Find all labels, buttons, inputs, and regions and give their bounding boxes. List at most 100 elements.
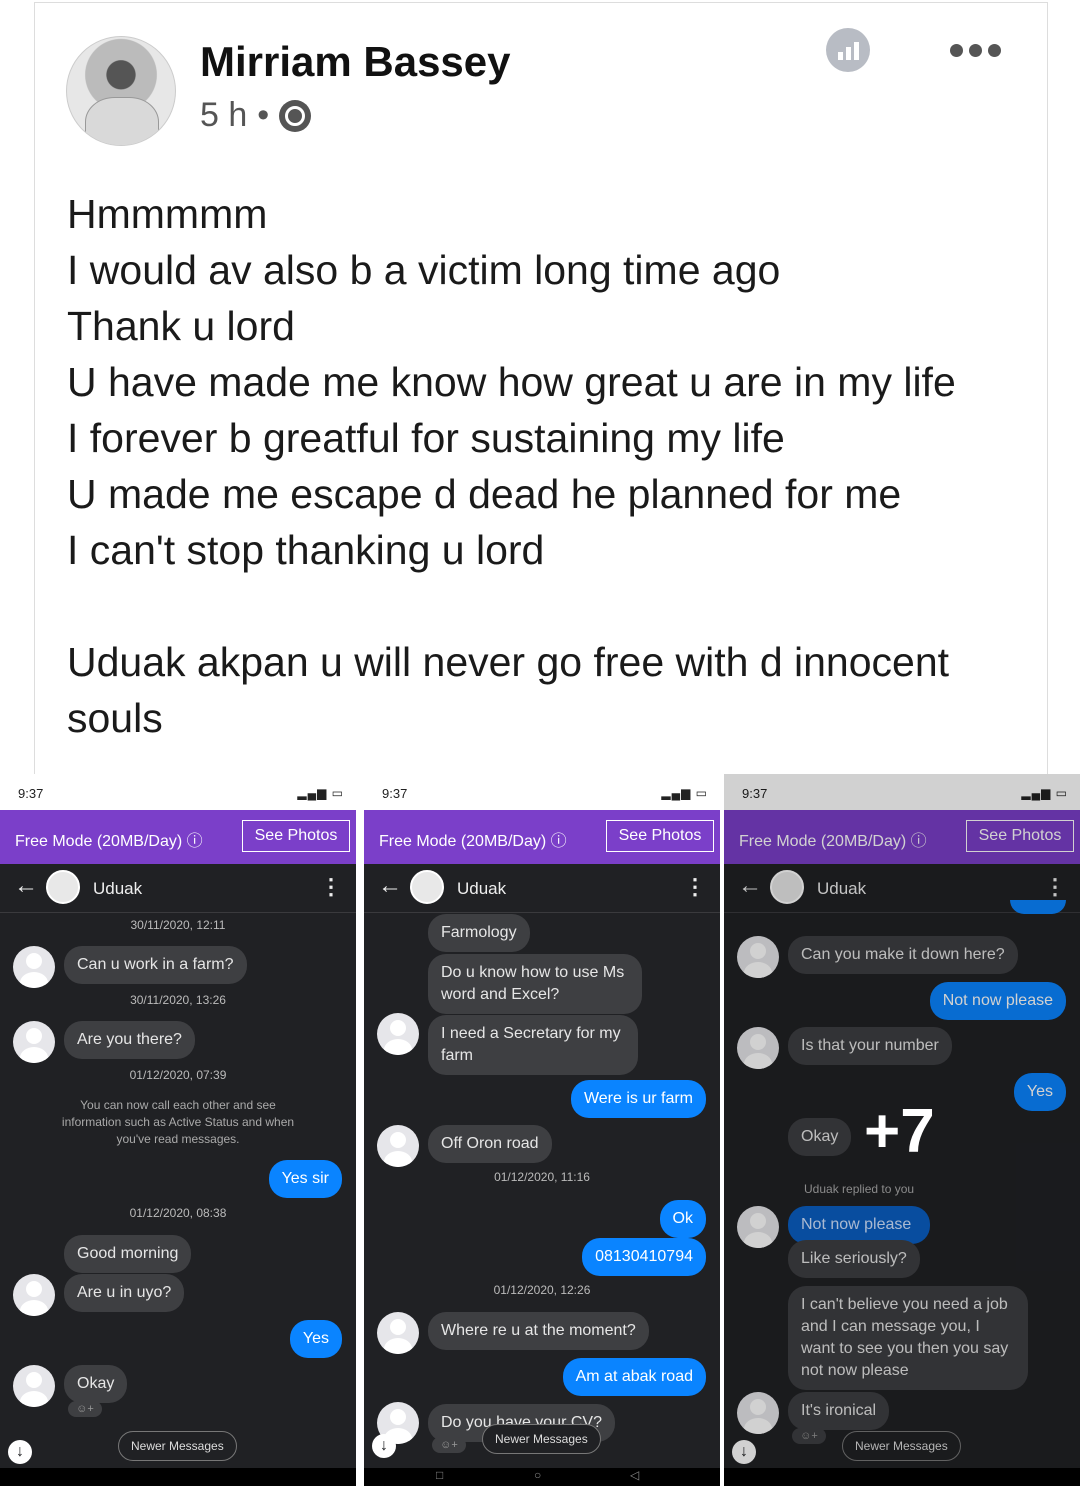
incoming-message[interactable]: Can you make it down here? [788,936,1018,974]
back-arrow-icon[interactable]: ← [738,872,762,900]
contact-avatar[interactable] [770,870,804,904]
outgoing-message[interactable]: Not now please [929,982,1066,1020]
outgoing-message[interactable]: Yes [1013,1073,1066,1111]
free-mode-label[interactable]: Free Mode (20MB/Day) ⓘ [15,827,203,851]
contact-avatar-small[interactable] [377,1312,419,1354]
contact-avatar-small[interactable] [377,1125,419,1167]
outgoing-message[interactable]: 08130410794 [582,1238,706,1276]
add-reaction-icon[interactable]: ☺+ [792,1428,826,1444]
post-line: I would av also b a victim long time ago [67,247,781,293]
contact-avatar-small[interactable] [13,1365,55,1407]
author-avatar[interactable] [66,36,176,146]
incoming-message[interactable]: Can u work in a farm? [64,946,247,984]
scroll-down-icon[interactable]: ↓ [732,1440,756,1464]
post-line: I forever b greatful for sustaining my l… [67,415,785,461]
nav-bar: □ ○ ◁ [364,1468,720,1486]
author-name[interactable]: Mirriam Bassey [200,38,511,86]
screenshot-1[interactable]: 9:37 ▂▄▆ ▭ Free Mode (20MB/Day) ⓘ See Ph… [0,774,356,1486]
globe-icon[interactable] [279,99,312,132]
post-line: U have made me know how great u are in m… [67,359,956,405]
post-line: U made me escape d dead he planned for m… [67,471,902,517]
contact-avatar-small[interactable] [737,936,779,978]
scroll-down-icon[interactable]: ↓ [8,1440,32,1464]
contact-name[interactable]: Uduak [817,879,866,899]
screenshot-2[interactable]: 9:37 ▂▄▆ ▭ Free Mode (20MB/Day) ⓘ See Ph… [364,774,720,1486]
back-arrow-icon[interactable]: ← [378,872,402,900]
see-photos-button[interactable]: See Photos [606,820,714,852]
free-mode-bar: Free Mode (20MB/Day) ⓘ See Photos [724,810,1080,864]
outgoing-message[interactable]: Am at abak road [562,1358,706,1396]
quoted-reply[interactable]: Not now please [788,1206,930,1244]
reply-indicator: Uduak replied to you [804,1182,915,1196]
contact-avatar-small[interactable] [737,1392,779,1434]
more-options-icon[interactable] [950,44,1001,57]
add-reaction-icon[interactable]: ☺+ [68,1401,102,1417]
see-photos-button[interactable]: See Photos [242,820,350,852]
incoming-message[interactable]: I need a Secretary for my farm [428,1015,638,1075]
timestamp: 01/12/2020, 11:16 [494,1170,590,1184]
chat-header: ← Uduak ⋮ [0,864,356,913]
incoming-message[interactable]: Off Oron road [428,1125,552,1163]
incoming-message[interactable]: Where re u at the moment? [428,1312,649,1350]
status-time: 9:37 [382,786,408,801]
contact-avatar-small[interactable] [737,1027,779,1069]
kebab-menu-icon[interactable]: ⋮ [684,874,706,900]
incoming-message[interactable]: Like seriously? [788,1240,920,1278]
screenshot-3[interactable]: 9:37 ▂▄▆ ▭ Free Mode (20MB/Day) ⓘ See Ph… [724,774,1080,1486]
nav-bar [724,1468,1080,1486]
outgoing-message[interactable]: Ok [659,1200,706,1238]
post-line: souls [67,695,163,741]
incoming-message[interactable]: Okay [64,1365,128,1403]
home-icon[interactable]: ○ [534,1468,541,1482]
status-time: 9:37 [18,786,44,801]
more-photos-count[interactable]: +7 [864,1096,935,1167]
contact-avatar[interactable] [46,870,80,904]
system-notice: You can now call each other and see info… [61,1098,295,1146]
contact-avatar-small[interactable] [377,1013,419,1055]
incoming-message[interactable]: Good morning [64,1235,192,1273]
recent-apps-icon[interactable]: □ [436,1468,443,1482]
incoming-message[interactable]: Is that your number [788,1027,952,1065]
meta-separator: • [257,96,270,134]
timestamp: 30/11/2020, 13:26 [130,993,226,1007]
incoming-message[interactable]: It's ironical [788,1392,890,1430]
timestamp: 01/12/2020, 12:26 [493,1283,591,1297]
kebab-menu-icon[interactable]: ⋮ [320,874,342,900]
see-photos-button[interactable]: See Photos [966,820,1074,852]
insights-icon[interactable] [826,28,870,72]
post-line: I can't stop thanking u lord [67,527,545,573]
nav-bar [0,1468,356,1486]
incoming-message[interactable]: Are u in uyo? [64,1274,185,1312]
contact-avatar[interactable] [410,870,444,904]
incoming-message[interactable]: Are you there? [64,1021,195,1059]
contact-avatar-small[interactable] [737,1206,779,1248]
add-reaction-icon[interactable]: ☺+ [432,1437,466,1453]
contact-name[interactable]: Uduak [93,879,142,899]
post-time[interactable]: 5 h [200,96,247,135]
newer-messages-button[interactable]: Newer Messages [842,1431,961,1461]
outgoing-message[interactable]: Were is ur farm [570,1080,706,1118]
free-mode-label[interactable]: Free Mode (20MB/Day) ⓘ [379,827,567,851]
incoming-message[interactable]: I can't believe you need a job and I can… [788,1286,1028,1390]
free-mode-bar: Free Mode (20MB/Day) ⓘ See Photos [364,810,720,864]
timestamp: 01/12/2020, 08:38 [129,1206,227,1220]
outgoing-message[interactable]: Yes sir [268,1160,342,1198]
newer-messages-button[interactable]: Newer Messages [482,1424,601,1454]
incoming-message[interactable]: Farmology [428,914,530,952]
kebab-menu-icon[interactable]: ⋮ [1044,874,1066,900]
incoming-message[interactable]: Okay [788,1118,852,1156]
free-mode-bar: Free Mode (20MB/Day) ⓘ See Photos [0,810,356,864]
contact-avatar-small[interactable] [13,946,55,988]
back-arrow-icon[interactable]: ← [14,872,38,900]
incoming-message[interactable]: Do u know how to use Ms word and Excel? [428,954,642,1014]
outgoing-message[interactable]: Yes [289,1320,342,1358]
scroll-down-icon[interactable]: ↓ [372,1434,396,1458]
signal-battery-icon: ▂▄▆ ▭ [1021,786,1068,800]
nav-back-icon[interactable]: ◁ [630,1468,639,1482]
contact-avatar-small[interactable] [13,1274,55,1316]
newer-messages-button[interactable]: Newer Messages [118,1431,237,1461]
contact-avatar-small[interactable] [13,1021,55,1063]
free-mode-label[interactable]: Free Mode (20MB/Day) ⓘ [739,827,927,851]
contact-name[interactable]: Uduak [457,879,506,899]
outgoing-message-clipped[interactable] [1010,900,1066,914]
